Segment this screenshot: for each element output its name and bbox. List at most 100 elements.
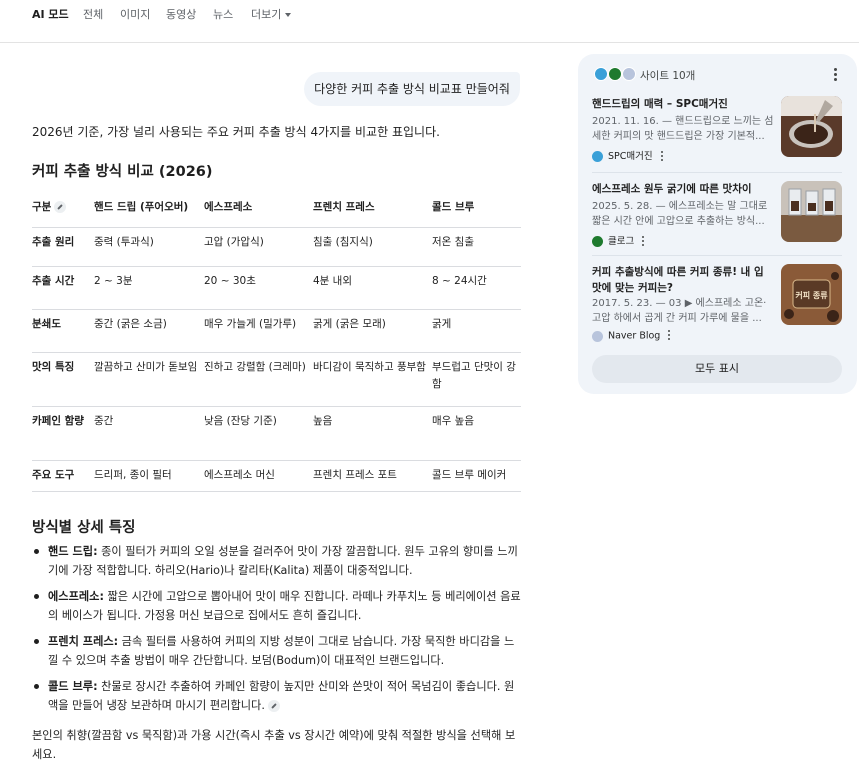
- table-cell: 굵게 (굵은 모래): [313, 309, 432, 353]
- source-card-site: Naver Blog: [592, 330, 671, 342]
- details-list: 핸드 드립: 종이 필터가 커피의 오일 성분을 걸러주어 맛이 가장 깔끔합니…: [32, 542, 524, 722]
- list-item-term: 콜드 브루:: [48, 680, 98, 693]
- sources-panel: 사이트 10개 핸드드립의 매력 – SPC매거진 2021. 11. 16. …: [578, 54, 857, 394]
- more-vert-icon[interactable]: [668, 330, 671, 342]
- card-divider: [592, 255, 842, 256]
- more-vert-icon[interactable]: [834, 68, 837, 83]
- tab-ai-mode[interactable]: AI 모드: [32, 6, 69, 22]
- row-header: 맛의 특징: [32, 352, 94, 407]
- source-card[interactable]: 에스프레소 원두 굵기에 따른 맛차이 2025. 5. 28. — 에스프레소…: [592, 181, 845, 247]
- tab-all[interactable]: 전체: [83, 6, 103, 22]
- tab-images[interactable]: 이미지: [120, 6, 150, 22]
- chevron-down-icon: [285, 13, 292, 17]
- source-card-snippet: 2025. 5. 28. — 에스프레소는 말 그대로 짧은 시간 안에 고압으…: [592, 199, 774, 229]
- source-card-title[interactable]: 에스프레소 원두 굵기에 따른 맛차이: [592, 181, 772, 197]
- link-icon[interactable]: [54, 201, 67, 213]
- table-cell: 침출 (침지식): [313, 227, 432, 267]
- list-item-text: 종이 필터가 커피의 오일 성분을 걸러주어 맛이 가장 깔끔합니다. 원두 고…: [48, 545, 518, 577]
- table-cell: 중간 (굵은 소금): [94, 309, 204, 353]
- source-name: Naver Blog: [608, 330, 661, 342]
- source-card-title[interactable]: 커피 추출방식에 따른 커피 종류! 내 입맛에 맞는 커피는?: [592, 264, 772, 296]
- table-header-cell: 구분: [32, 193, 94, 228]
- table-header-cell: 에스프레소: [204, 193, 313, 228]
- table-cell: 8 ~ 24시간: [432, 266, 521, 310]
- user-query-bubble: 다양한 커피 추출 방식 비교표 만들어줘: [304, 72, 520, 106]
- card-divider: [592, 172, 842, 173]
- source-name: SPC매거진: [608, 151, 653, 162]
- snippet-line: 세한 커피의 맛 핸드드립은 가장 기본적...: [592, 131, 765, 142]
- table-cell: 2 ~ 3분: [94, 266, 204, 310]
- table-cell: 높음: [313, 406, 432, 461]
- naver-favicon-icon: [622, 67, 636, 81]
- list-item-text: 금속 필터를 사용하여 커피의 지방 성분이 그대로 남습니다. 가장 묵직한 …: [48, 635, 515, 667]
- snippet-line: 고압 하에서 곱게 간 커피 가루에 물을 ...: [592, 313, 762, 324]
- row-header: 추출 시간: [32, 266, 94, 310]
- table-cell: 매우 높음: [432, 406, 521, 461]
- list-item: 에스프레소: 짧은 시간에 고압으로 뽑아내어 맛이 매우 진합니다. 라떼나 …: [32, 587, 524, 625]
- source-card-site: SPC매거진: [592, 148, 663, 163]
- table-cell: 드리퍼, 종이 필터: [94, 469, 172, 481]
- spc-favicon-icon: [592, 151, 603, 162]
- details-title: 방식별 상세 특징: [32, 520, 136, 536]
- snippet-line: 2017. 5. 23. — 03 ▶ 에스프레소 고온·: [592, 298, 767, 309]
- snippet-line: 짧은 시간 안에 고압으로 추출하는 방식...: [592, 216, 765, 227]
- table-title: 커피 추출 방식 비교 (2026): [32, 164, 213, 180]
- snippet-line: 2025. 5. 28. — 에스프레소는 말 그대로: [592, 201, 768, 212]
- table-cell: 바디감이 묵직하고 풍부함: [313, 352, 432, 407]
- source-card-snippet: 2021. 11. 16. — 핸드드립으로 느끼는 섬 세한 커피의 맛 핸드…: [592, 114, 774, 144]
- table-cell: 깔끔하고 산미가 돋보임: [94, 352, 204, 407]
- more-vert-icon[interactable]: [660, 150, 663, 163]
- table-cell: 진하고 강렬함 (크레마): [204, 352, 313, 407]
- source-card[interactable]: 핸드드립의 매력 – SPC매거진 2021. 11. 16. — 핸드드립으로…: [592, 96, 845, 162]
- section-divider: [32, 491, 521, 492]
- tab-news[interactable]: 뉴스: [213, 6, 233, 22]
- thumb-caption: 커피 종류: [795, 290, 828, 300]
- table-row: 카페인 함량 중간 낮음 (잔당 기준) 높음 매우 높음: [32, 406, 521, 461]
- source-card-title[interactable]: 핸드드립의 매력 – SPC매거진: [592, 96, 772, 112]
- row-header: 분쇄도: [32, 309, 94, 353]
- row-header: 카페인 함량: [32, 406, 94, 461]
- espresso-machine-thumbnail: [781, 181, 842, 242]
- table-cell: 낮음 (잔당 기준): [204, 406, 313, 461]
- tab-more-label: 더보기: [251, 8, 282, 21]
- table-cell: 프렌치 프레스 포트: [313, 469, 397, 481]
- table-row: 맛의 특징 깔끔하고 산미가 돋보임 진하고 강렬함 (크레마) 바디감이 묵직…: [32, 352, 521, 407]
- table-header-row: 구분 핸드 드립 (푸어오버) 에스프레소 프렌치 프레스 콜드 브루: [32, 193, 521, 228]
- list-item-term: 프렌치 프레스:: [48, 635, 119, 648]
- table-cell: 저온 침출: [432, 227, 521, 267]
- comparison-table: 구분 핸드 드립 (푸어오버) 에스프레소 프렌치 프레스 콜드 브루 추출 원…: [32, 193, 521, 503]
- row-header: 주요 도구: [32, 469, 75, 481]
- spc-favicon-icon: [594, 67, 608, 81]
- table-cell: 중력 (투과식): [94, 227, 204, 267]
- table-header-cell: 프렌치 프레스: [313, 193, 432, 228]
- table-row: 추출 원리 중력 (투과식) 고압 (가압식) 침출 (침지식) 저온 침출: [32, 227, 521, 267]
- table-cell: 에스프레소 머신: [204, 469, 275, 481]
- tab-videos[interactable]: 동영상: [166, 6, 196, 22]
- show-all-button[interactable]: 모두 표시: [592, 355, 842, 383]
- sites-count[interactable]: 사이트 10개: [640, 68, 695, 83]
- table-cell: 굵게: [432, 309, 521, 353]
- list-item: 핸드 드립: 종이 필터가 커피의 오일 성분을 걸러주어 맛이 가장 깔끔합니…: [32, 542, 524, 580]
- top-nav: AI 모드 전체 이미지 동영상 뉴스 더보기: [0, 0, 859, 43]
- source-card-site: 클로그: [592, 233, 645, 248]
- row-header: 추출 원리: [32, 227, 94, 267]
- table-header-cell: 핸드 드립 (푸어오버): [94, 193, 204, 228]
- blog-favicon-icon: [592, 236, 603, 247]
- source-name: 클로그: [608, 236, 635, 247]
- header-label: 구분: [32, 201, 52, 213]
- link-icon[interactable]: [267, 700, 280, 712]
- list-item-text: 짧은 시간에 고압으로 뽑아내어 맛이 매우 진합니다. 라떼나 카푸치노 등 …: [48, 590, 521, 622]
- table-row: 분쇄도 중간 (굵은 소금) 매우 가늘게 (밀가루) 굵게 (굵은 모래) 굵…: [32, 309, 521, 353]
- table-cell: 부드럽고 단맛이 강함: [432, 352, 521, 407]
- coffee-types-thumbnail: 커피 종류: [781, 264, 842, 325]
- naver-favicon-icon: [592, 330, 603, 342]
- table-row: 추출 시간 2 ~ 3분 20 ~ 30초 4분 내외 8 ~ 24시간: [32, 266, 521, 310]
- list-item-term: 핸드 드립:: [48, 545, 98, 558]
- table-cell: 매우 가늘게 (밀가루): [204, 309, 313, 353]
- tab-more[interactable]: 더보기: [251, 6, 292, 22]
- more-vert-icon[interactable]: [642, 235, 645, 248]
- blog-favicon-icon: [608, 67, 622, 81]
- list-item: 콜드 브루: 찬물로 장시간 추출하여 카페인 함량이 높지만 산미와 쓴맛이 …: [32, 677, 524, 715]
- source-card[interactable]: 커피 추출방식에 따른 커피 종류! 내 입맛에 맞는 커피는? 2017. 5…: [592, 264, 845, 344]
- coffee-pour-thumbnail: [781, 96, 842, 157]
